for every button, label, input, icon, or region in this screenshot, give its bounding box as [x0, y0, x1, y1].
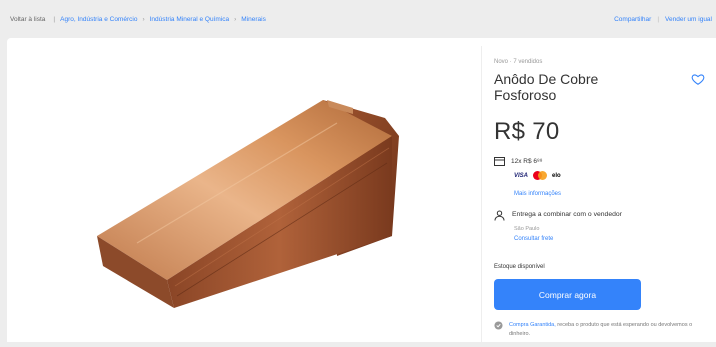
- breadcrumb-separator: |: [53, 15, 56, 23]
- share-link[interactable]: Compartilhar: [614, 16, 651, 23]
- credit-card-icon: [494, 157, 505, 166]
- mastercard-icon: [533, 171, 548, 180]
- column-divider: [481, 46, 482, 342]
- guarantee-link[interactable]: Compra Garantida,: [509, 322, 556, 328]
- buy-now-button[interactable]: Comprar agora: [494, 279, 641, 310]
- delivery-row: Entrega a combinar com o vendedor: [494, 210, 702, 221]
- breadcrumb-item-industria[interactable]: Indústria Mineral e Química: [150, 16, 229, 23]
- action-separator: |: [657, 15, 660, 23]
- favorite-heart-icon[interactable]: [691, 72, 705, 86]
- product-price: R$ 70: [494, 118, 560, 145]
- breadcrumb-bar: Voltar à lista | Agro, Indústria e Comér…: [0, 0, 716, 38]
- product-image-copper-bar[interactable]: [7, 38, 474, 342]
- guarantee-text: Compra Garantida, receba o produto que e…: [509, 321, 709, 339]
- installments-text: 12x R$ 6⁸⁸: [511, 158, 543, 165]
- product-card: Novo · 7 vendidos Anôdo De Cobre Fosforo…: [7, 38, 716, 342]
- person-icon: [494, 210, 505, 221]
- product-image-gallery[interactable]: [7, 38, 474, 342]
- sell-similar-link[interactable]: Vender um igual: [665, 16, 712, 23]
- product-title: Anôdo De Cobre Fosforoso: [494, 71, 599, 103]
- delivery-text: Entrega a combinar com o vendedor: [512, 211, 622, 218]
- delivery-location: São Paulo: [514, 226, 540, 232]
- breadcrumb-separator: ›: [142, 15, 145, 23]
- product-info-panel: Novo · 7 vendidos Anôdo De Cobre Fosforo…: [494, 38, 716, 342]
- elo-icon: elo: [552, 172, 561, 179]
- breadcrumb-item-minerais[interactable]: Minerais: [241, 16, 266, 23]
- condition-sold-count: Novo · 7 vendidos: [494, 59, 543, 65]
- more-payment-info-link[interactable]: Mais informações: [514, 191, 561, 197]
- back-to-list-link[interactable]: Voltar à lista: [10, 16, 45, 23]
- installments-row: 12x R$ 6⁸⁸: [494, 157, 543, 166]
- check-shipping-link[interactable]: Consultar frete: [514, 236, 553, 242]
- breadcrumb-item-agro[interactable]: Agro, Indústria e Comércio: [60, 16, 137, 23]
- stock-status: Estoque disponível: [494, 264, 545, 270]
- guarantee-row: Compra Garantida, receba o produto que e…: [494, 321, 709, 339]
- payment-methods: VISA elo: [514, 171, 561, 180]
- shield-icon: [494, 321, 503, 330]
- top-actions: Compartilhar | Vender um igual: [614, 0, 712, 38]
- breadcrumb: | Agro, Indústria e Comércio › Indústria…: [53, 16, 265, 23]
- visa-icon: VISA: [514, 172, 529, 179]
- breadcrumb-separator: ›: [234, 15, 237, 23]
